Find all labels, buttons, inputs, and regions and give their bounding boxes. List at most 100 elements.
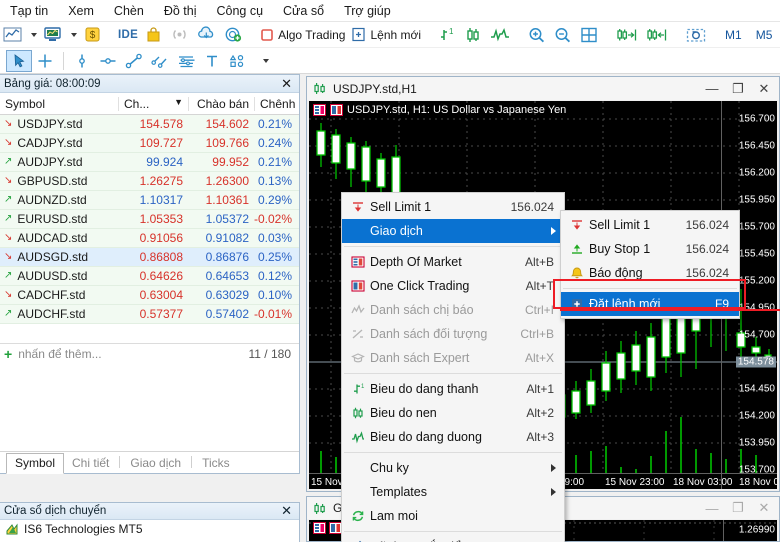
market-watch-close-icon[interactable]: ✕: [278, 76, 295, 92]
menu-item[interactable]: One Click Trading Alt+T: [342, 274, 564, 298]
menu-item-label: Depth Of Market: [370, 255, 462, 269]
chart-minimize-button[interactable]: —: [699, 79, 725, 99]
tab-symbol[interactable]: Symbol: [6, 453, 65, 474]
time-tick: 18 Nov 03:00: [673, 477, 733, 488]
crosshair-icon[interactable]: [32, 50, 58, 72]
menu-item[interactable]: Depth Of Market Alt+B: [342, 250, 564, 274]
vps-icon[interactable]: [193, 24, 220, 46]
chart2-minimize-button[interactable]: —: [699, 498, 725, 518]
column-header-symbol[interactable]: Symbol: [0, 97, 118, 111]
menu-item-label: Bieu do nen: [370, 406, 437, 420]
candle-chart-icon[interactable]: [460, 24, 486, 46]
equidistant-channel-icon[interactable]: [147, 50, 173, 72]
table-row[interactable]: ↗ EURUSD.std 1.05353 1.05372 -0.02%: [0, 210, 299, 229]
algo-trading-button[interactable]: Algo Trading: [257, 24, 348, 46]
menu-item-window[interactable]: Cửa sổ: [273, 2, 334, 20]
menu-item-insert[interactable]: Chèn: [104, 2, 154, 20]
trendline-icon[interactable]: [121, 50, 147, 72]
data-window-icon: [313, 522, 326, 534]
horizontal-line-icon[interactable]: [95, 50, 121, 72]
spread-cell: 0.03%: [257, 231, 292, 245]
signals-icon[interactable]: [166, 24, 193, 46]
menu-item[interactable]: Buy Stop 1 156.024: [561, 237, 739, 261]
cursor-icon[interactable]: [6, 49, 32, 72]
column-header-spread[interactable]: Chênh lệ...: [254, 96, 298, 111]
chart2-maximize-button[interactable]: ❐: [725, 498, 751, 518]
table-row[interactable]: ↘ CADJPY.std 109.727 109.766 0.24%: [0, 134, 299, 153]
table-row[interactable]: ↘ USDJPY.std 154.578 154.602 0.21%: [0, 115, 299, 134]
tab-trading[interactable]: Giao dịch: [122, 454, 189, 473]
table-row[interactable]: ↘ GBPUSD.std 1.26275 1.26300 0.13%: [0, 172, 299, 191]
table-row[interactable]: ↘ AUDCAD.std 0.91056 0.91082 0.03%: [0, 229, 299, 248]
column-header-ask[interactable]: Chào bán: [188, 96, 254, 111]
screenshot-icon[interactable]: [682, 24, 710, 46]
menu-item-charts[interactable]: Đồ thị: [154, 2, 207, 20]
chart-profiles-icon[interactable]: [40, 24, 65, 46]
new-chart-icon[interactable]: [0, 24, 25, 46]
menu-item[interactable]: 1 Bieu do dang thanh Alt+1: [342, 377, 564, 401]
menu-item[interactable]: Chu ky: [342, 456, 564, 480]
chart2-close-button[interactable]: ✕: [751, 498, 777, 518]
menu-item-file[interactable]: Tạp tin: [0, 2, 58, 20]
table-row[interactable]: ↘ CADCHF.std 0.63004 0.63029 0.10%: [0, 286, 299, 305]
zoom-in-icon[interactable]: [524, 24, 550, 46]
table-row[interactable]: ↗ AUDJPY.std 99.924 99.952 0.21%: [0, 153, 299, 172]
accounts-icon[interactable]: $: [80, 24, 105, 46]
navigator-root-item[interactable]: IS6 Technologies MT5: [0, 520, 299, 536]
menu-separator: [344, 452, 562, 453]
chart2-price-scale[interactable]: 1.26990: [723, 520, 777, 541]
timeframe-m1[interactable]: M1: [718, 26, 749, 44]
menu-item[interactable]: Sell Limit 1 156.024: [561, 213, 739, 237]
column-header-bid[interactable]: Ch... ▼: [118, 96, 188, 111]
bid-cell: 0.64626: [139, 269, 183, 283]
menu-item[interactable]: Bieu do nen Alt+2: [342, 401, 564, 425]
highlight-underline: [560, 309, 780, 311]
menu-item-tools[interactable]: Công cụ: [206, 2, 273, 20]
new-order-button[interactable]: Lệnh mới: [348, 24, 424, 46]
table-row[interactable]: ↗ AUDNZD.std 1.10317 1.10361 0.29%: [0, 191, 299, 210]
chart-close-button[interactable]: ✕: [751, 79, 777, 99]
line-chart-icon[interactable]: [486, 24, 514, 46]
zoom-out-icon[interactable]: [550, 24, 576, 46]
candle-chart-icon: [314, 502, 325, 514]
menu-item[interactable]: Đã được gắn đểAlt+D: [342, 535, 564, 542]
menu-item[interactable]: Lam moi: [342, 504, 564, 528]
menu-item[interactable]: Templates: [342, 480, 564, 504]
fibonacci-icon[interactable]: [173, 50, 199, 72]
menu-item[interactable]: Đặt lệnh mới F9: [561, 292, 739, 316]
vertical-line-icon[interactable]: [69, 50, 95, 72]
menu-item-view[interactable]: Xem: [58, 2, 104, 20]
tile-windows-icon[interactable]: [576, 24, 602, 46]
menu-item-label: Bieu do dang duong: [370, 430, 482, 444]
menu-item[interactable]: Sell Limit 1 156.024: [342, 195, 564, 219]
market-icon[interactable]: [141, 24, 166, 46]
menu-item-help[interactable]: Trợ giúp: [334, 2, 401, 20]
menu-item[interactable]: Bieu do dang duong Alt+3: [342, 425, 564, 449]
timeframe-m5[interactable]: M5: [749, 26, 780, 44]
metaeditor-icon[interactable]: IDE: [115, 24, 141, 46]
table-row[interactable]: ↗ AUDUSD.std 0.64626 0.64653 0.12%: [0, 267, 299, 286]
chart-maximize-button[interactable]: ❐: [725, 79, 751, 99]
tab-ticks[interactable]: Ticks: [194, 454, 238, 473]
market-watch-titlebar: Bảng giá: 08:00:09 ✕: [0, 75, 299, 93]
menu-item[interactable]: Báo động 156.024: [561, 261, 739, 285]
menu-item[interactable]: Giao dịch: [342, 219, 564, 243]
table-row[interactable]: ↘ AUDSGD.std 0.86808 0.86876 0.25%: [0, 248, 299, 267]
bid-cell: 1.26275: [139, 174, 183, 188]
shapes-dropdown[interactable]: [251, 50, 277, 72]
new-chart-dropdown[interactable]: [25, 24, 40, 46]
menu-item-accelerator: Alt+X: [524, 351, 554, 365]
bar-chart-icon[interactable]: 1: [434, 24, 460, 46]
text-icon[interactable]: [199, 50, 225, 72]
tab-details[interactable]: Chi tiết: [64, 454, 117, 473]
one-click-trading-icon[interactable]: [330, 104, 343, 116]
navigator-close-icon[interactable]: ✕: [278, 503, 295, 519]
market-watch-add-symbol[interactable]: + nhấn để thêm... 11 / 180: [0, 343, 299, 363]
auto-scroll-icon[interactable]: [612, 24, 642, 46]
vps-add-icon[interactable]: [220, 24, 247, 46]
data-window-icon[interactable]: [313, 104, 326, 116]
shapes-icon[interactable]: [225, 50, 251, 72]
chart-profiles-dropdown[interactable]: [65, 24, 80, 46]
table-row[interactable]: ↗ AUDCHF.std 0.57377 0.57402 -0.01%: [0, 305, 299, 324]
chart-shift-icon[interactable]: [642, 24, 672, 46]
